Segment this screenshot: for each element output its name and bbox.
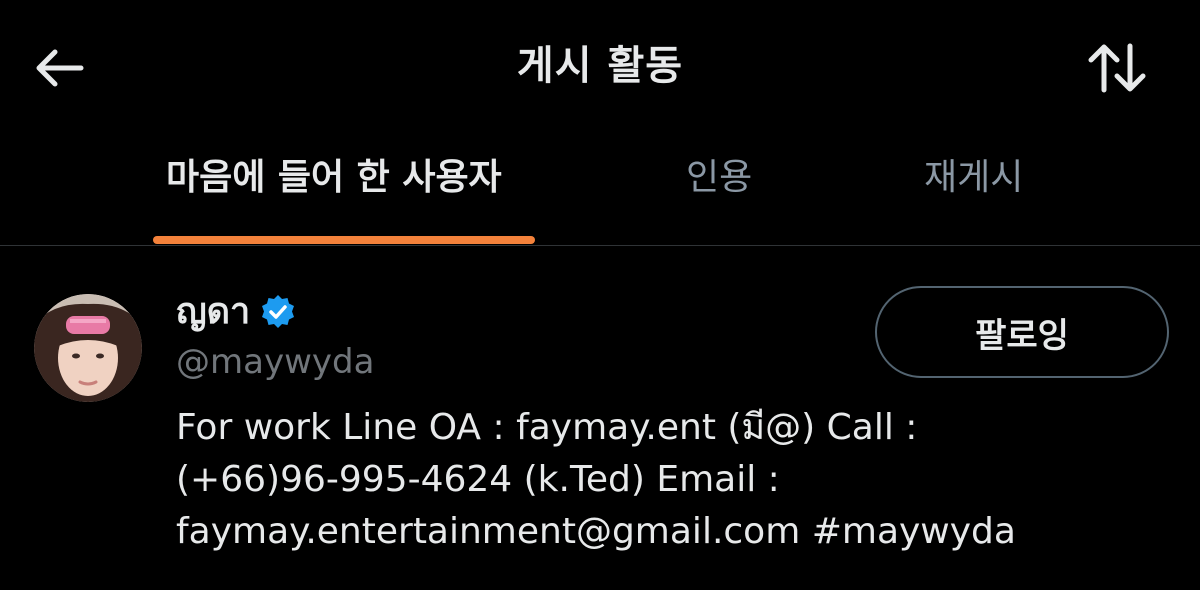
header: 게시 활동 [0,0,1200,134]
avatar-image [34,294,142,402]
verified-badge-icon [262,295,295,328]
post-activity-screen: 게시 활동 마음에 들어 한 사용자 인용 재게시 ญดา @maywyda 팔… [0,0,1200,590]
user-handle: @maywyda [176,342,375,382]
active-tab-indicator [153,236,535,244]
user-display-name[interactable]: ญดา [176,286,250,338]
tab-liked-by[interactable]: 마음에 들어 한 사용자 [166,154,536,226]
sort-button[interactable] [1082,38,1152,98]
avatar[interactable] [34,294,142,402]
user-bio: For work Line OA : faymay.ent (มี@) Call… [176,407,1016,552]
sort-arrows-icon [1088,43,1146,93]
page-title: 게시 활동 [516,43,684,89]
tab-bar: 마음에 들어 한 사용자 인용 재게시 [0,134,1200,246]
user-list-item[interactable]: ญดา @maywyda 팔로잉 For work Line OA : faym… [0,260,1200,590]
user-name-line: ญดา [176,286,296,338]
tab-quotes[interactable]: 인용 [686,154,766,226]
following-button[interactable]: 팔로잉 [875,286,1169,378]
tabs-divider [0,245,1200,246]
tab-reposts[interactable]: 재게시 [924,154,1040,226]
